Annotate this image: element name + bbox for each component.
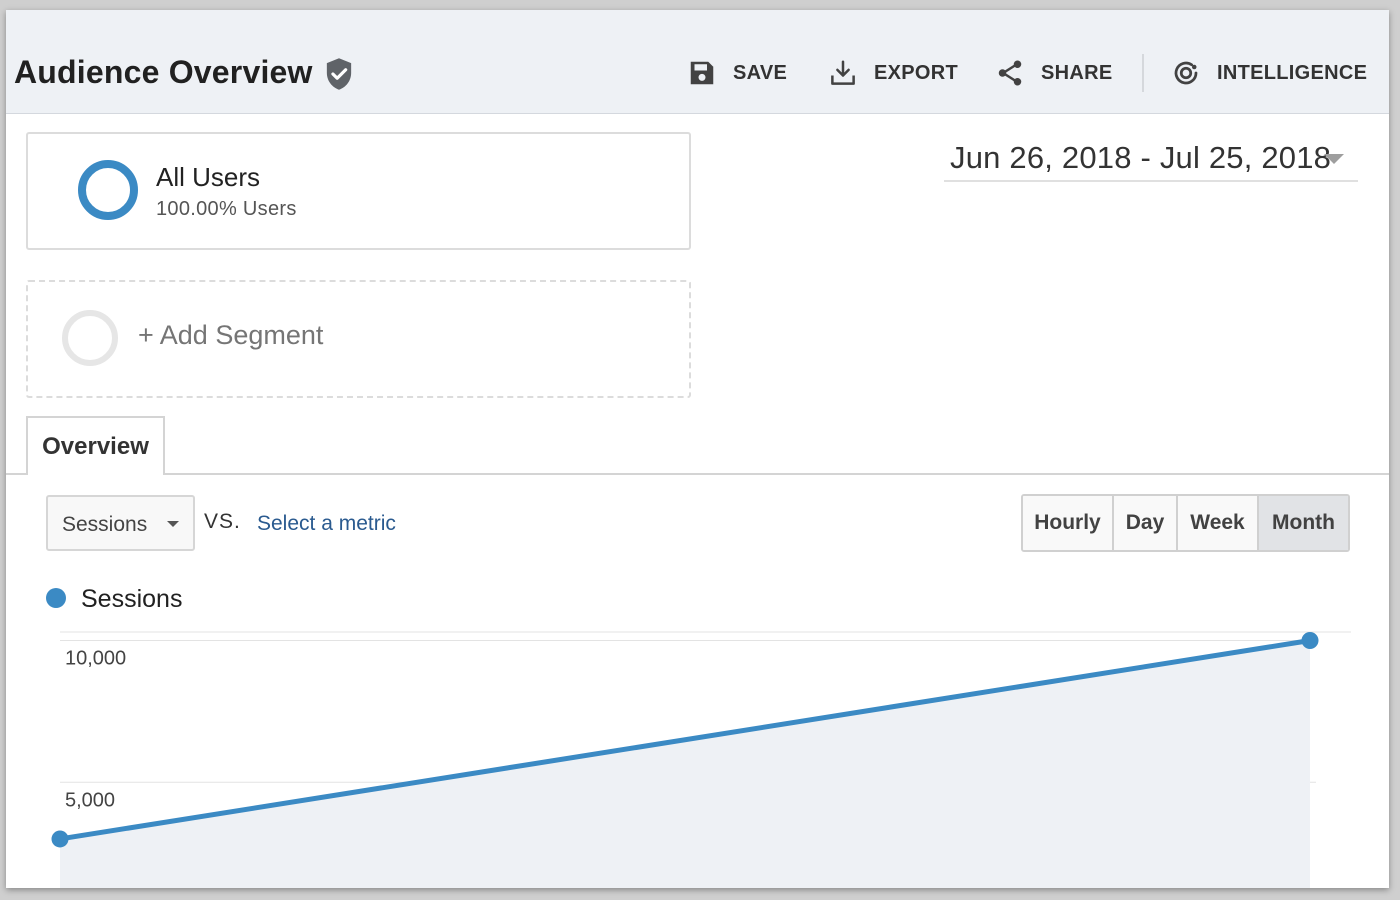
page-title: Audience Overview — [14, 54, 313, 90]
metric-dropdown[interactable]: Sessions — [46, 495, 195, 551]
data-point — [1301, 632, 1319, 650]
add-segment-button[interactable]: + Add Segment — [26, 280, 691, 398]
tab-divider — [6, 473, 1389, 475]
add-segment-label: + Add Segment — [138, 320, 324, 350]
granularity-hourly-button[interactable]: Hourly — [1023, 496, 1114, 550]
sessions-chart: 10,000 5,000 — [51, 631, 1351, 888]
granularity-month-button[interactable]: Month — [1259, 496, 1348, 550]
share-button[interactable]: SHARE — [995, 56, 1113, 90]
chevron-down-icon — [1324, 154, 1344, 164]
tab-overview[interactable]: Overview — [26, 416, 165, 475]
intelligence-button[interactable]: INTELLIGENCE — [1171, 56, 1367, 90]
empty-segment-ring-icon — [62, 310, 118, 366]
y-tick-label: 10,000 — [65, 648, 126, 670]
share-icon — [998, 60, 1022, 86]
export-icon — [831, 60, 855, 85]
intelligence-label: INTELLIGENCE — [1217, 61, 1368, 84]
y-tick-label: 5,000 — [65, 789, 115, 811]
series-area — [60, 640, 1310, 888]
segment-ring-icon — [78, 160, 138, 220]
select-metric-link[interactable]: Select a metric — [257, 512, 396, 536]
share-label: SHARE — [1041, 61, 1113, 84]
segment-all-users[interactable]: All Users 100.00% Users — [26, 132, 691, 250]
ga-window: Audience Overview SAVE EXPORT SHARE INTE… — [6, 10, 1389, 888]
granularity-week-button[interactable]: Week — [1178, 496, 1259, 550]
granularity-day-button[interactable]: Day — [1114, 496, 1178, 550]
segment-subtitle: 100.00% Users — [156, 198, 297, 220]
export-button[interactable]: EXPORT — [828, 56, 958, 90]
save-icon — [690, 61, 714, 85]
page-header: Audience Overview SAVE EXPORT SHARE INTE… — [6, 10, 1389, 114]
caret-down-icon — [167, 521, 179, 527]
intelligence-icon — [1174, 61, 1198, 85]
date-range-text: Jun 26, 2018 - Jul 25, 2018 — [950, 140, 1332, 175]
export-label: EXPORT — [874, 61, 959, 84]
date-range-picker[interactable]: Jun 26, 2018 - Jul 25, 2018 — [944, 138, 1358, 182]
metric-dropdown-label: Sessions — [62, 513, 148, 536]
vs-label: VS. — [204, 510, 241, 533]
data-point — [51, 830, 69, 848]
save-label: SAVE — [733, 61, 788, 84]
verified-shield-icon — [326, 58, 352, 90]
granularity-toggle: Hourly Day Week Month — [1021, 494, 1350, 552]
segment-name: All Users — [156, 162, 261, 192]
tab-overview-label: Overview — [42, 432, 149, 460]
legend-swatch — [46, 588, 66, 608]
save-button[interactable]: SAVE — [687, 56, 787, 90]
toolbar-divider — [1142, 54, 1144, 92]
